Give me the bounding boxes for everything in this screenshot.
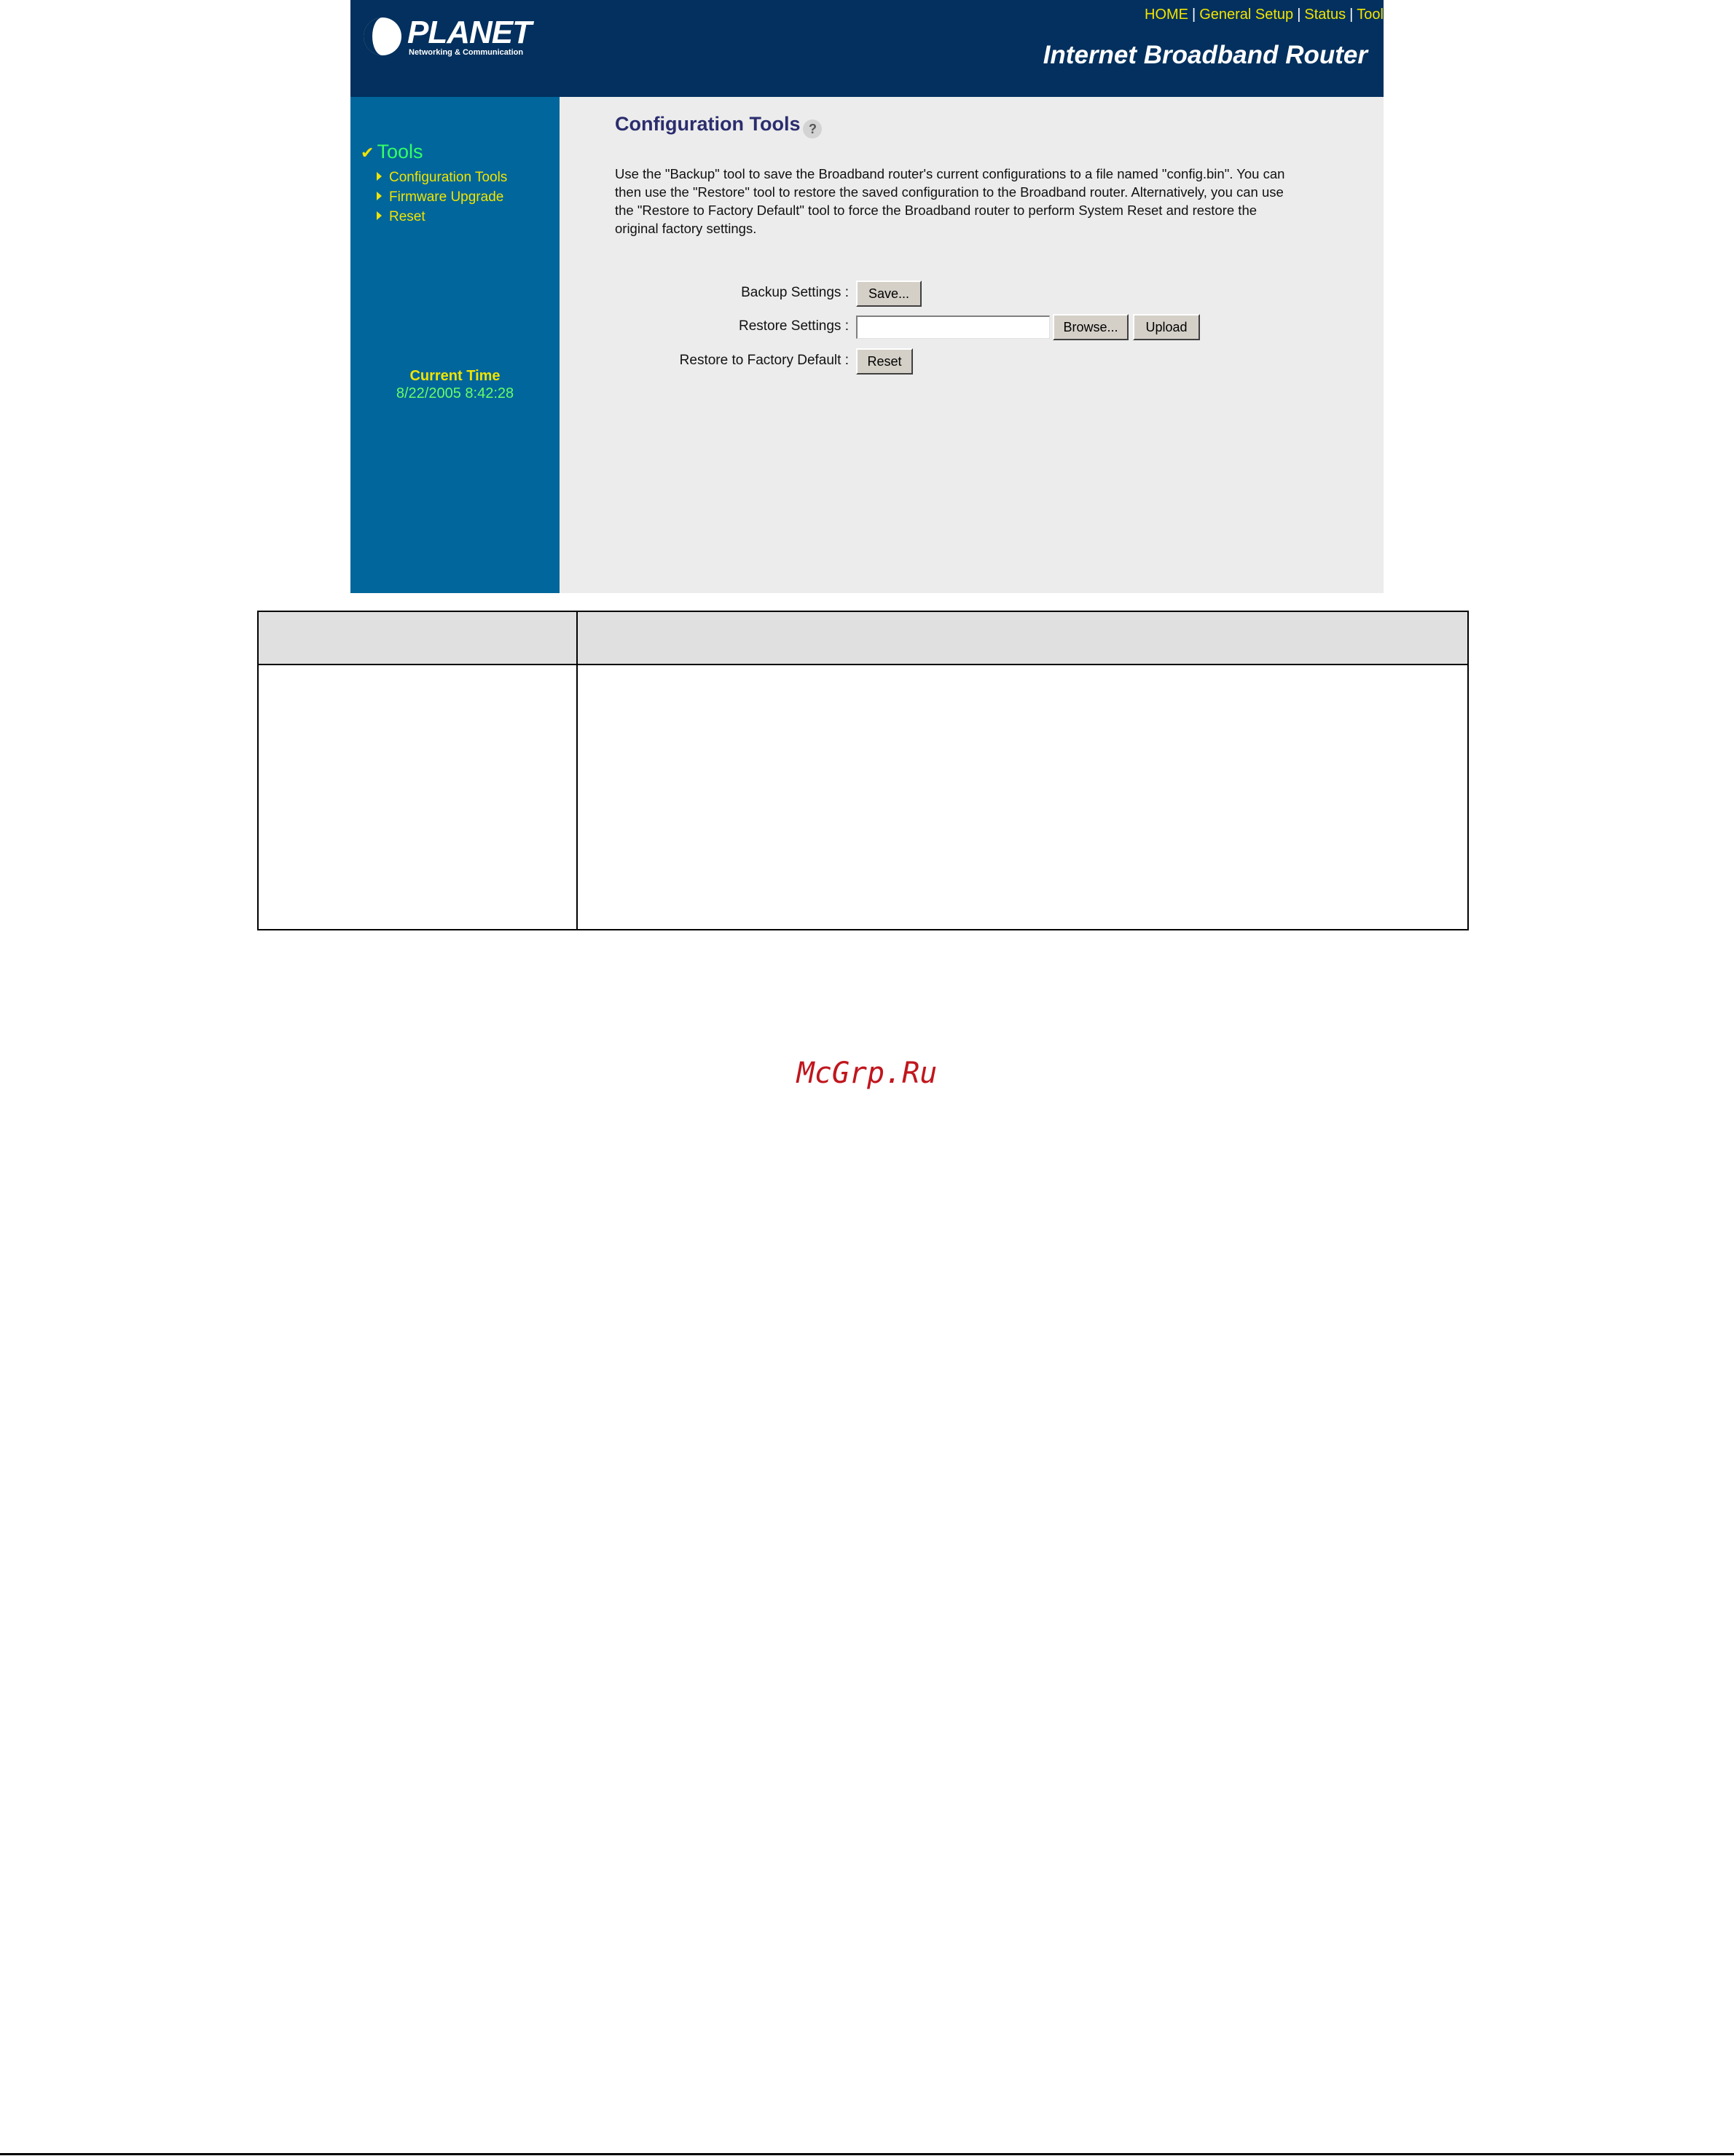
current-time-value: 8/22/2005 8:42:28 [396, 385, 514, 401]
planet-logo: PLANET Networking & Communication [362, 15, 532, 60]
triangle-right-icon [377, 192, 382, 200]
nav-separator: | [1349, 7, 1354, 23]
restore-settings-label: Restore Settings : [738, 318, 849, 334]
router-screenshot: PLANET Networking & Communication HOME | G… [350, 0, 1384, 593]
table-column-divider [576, 612, 578, 929]
browse-button[interactable]: Browse... [1053, 314, 1129, 340]
current-time-label: Current Time [409, 368, 501, 384]
nav-separator: | [1192, 7, 1196, 23]
help-icon[interactable]: ? [803, 119, 823, 138]
watermark: McGrp.Ru [796, 1057, 938, 1090]
backup-settings-label: Backup Settings : [741, 285, 849, 300]
nav-home-link[interactable]: HOME [1145, 7, 1188, 23]
page-bottom-rule [0, 2153, 1734, 2155]
page-title-text: Configuration Tools [615, 113, 801, 135]
planet-globe-icon [364, 17, 401, 55]
table-header-row [259, 612, 1467, 665]
triangle-right-icon [377, 172, 382, 181]
sidebar-item-configuration-tools[interactable]: Configuration Tools [377, 170, 507, 186]
sidebar-section-label: Tools [377, 141, 423, 162]
header-bar: PLANET Networking & Communication HOME | G… [350, 0, 1384, 97]
triangle-right-icon [377, 211, 382, 220]
reset-button[interactable]: Reset [856, 348, 913, 375]
top-nav: HOME | General Setup | Status | Tool [1145, 7, 1384, 23]
factory-default-label: Restore to Factory Default : [679, 353, 849, 368]
parameter-table [257, 611, 1469, 930]
sidebar-item-label: Configuration Tools [389, 170, 508, 185]
brand-tagline: Networking & Communication [409, 48, 524, 57]
brand-name: PLANET [407, 15, 532, 50]
restore-file-input[interactable] [856, 315, 1050, 339]
sidebar-item-reset[interactable]: Reset [377, 209, 425, 225]
page-title: Configuration Tools? [615, 113, 823, 138]
nav-tools-link[interactable]: Tool [1357, 7, 1384, 23]
nav-general-setup-link[interactable]: General Setup [1199, 7, 1293, 23]
sidebar-section-tools[interactable]: ✔ Tools [361, 141, 423, 163]
sidebar-item-label: Firmware Upgrade [389, 189, 504, 205]
checkmark-icon: ✔ [361, 144, 374, 162]
description-text: Use the "Backup" tool to save the Broadb… [615, 166, 1285, 236]
upload-button[interactable]: Upload [1133, 314, 1200, 340]
sidebar-item-firmware-upgrade[interactable]: Firmware Upgrade [377, 189, 503, 205]
nav-separator: | [1297, 7, 1301, 23]
content-panel: Configuration Tools? Use the "Backup" to… [560, 97, 1384, 593]
save-button[interactable]: Save... [856, 281, 922, 307]
sidebar: ✔ Tools Configuration Tools Firmware Upgr… [350, 97, 560, 593]
nav-status-link[interactable]: Status [1304, 7, 1346, 23]
product-title: Internet Broadband Router [1043, 41, 1368, 69]
sidebar-item-label: Reset [389, 209, 425, 224]
